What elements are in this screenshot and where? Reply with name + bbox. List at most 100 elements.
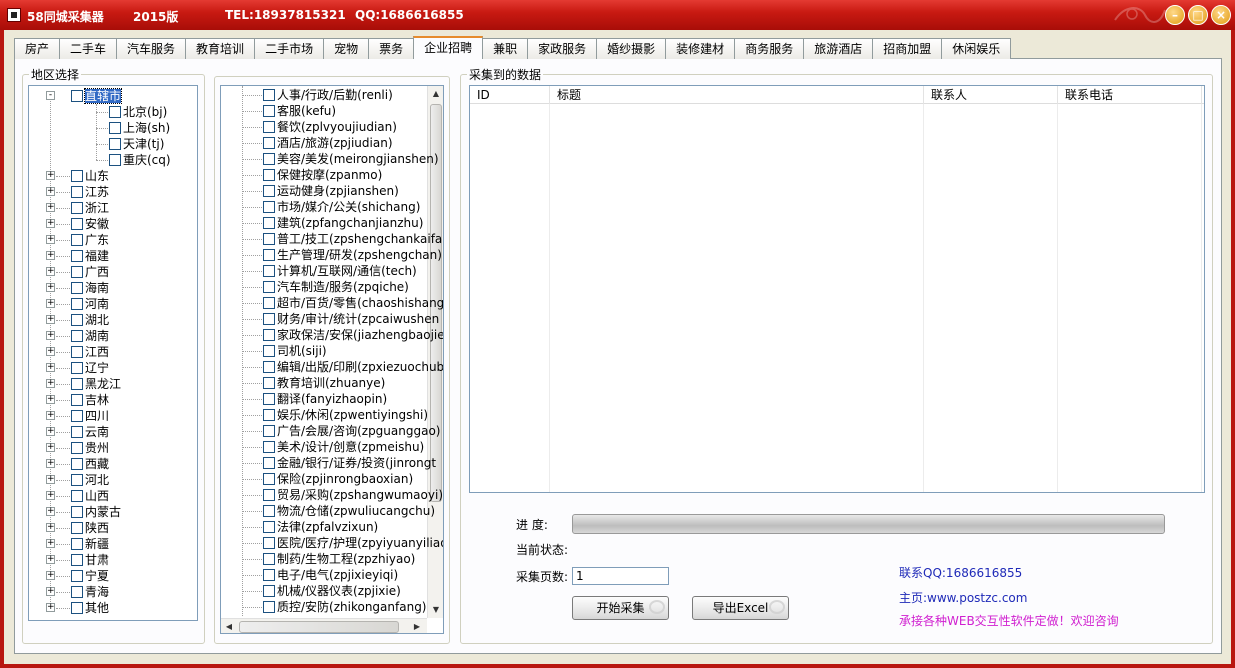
tree-node-province[interactable]: 福建 [71,248,109,264]
tree-checkbox[interactable] [263,504,275,517]
tree-node-province[interactable]: 贵州 [71,440,109,456]
tree-node-category[interactable]: 普工/技工(zpshengchankaifa) [263,231,443,247]
tree-node-category[interactable]: 餐饮(zplvyoujiudian) [263,119,397,135]
tree-node-province[interactable]: 四川 [71,408,109,424]
minimize-button[interactable]: – [1165,5,1185,25]
column-contact[interactable]: 联系人 [924,86,1058,104]
expand-icon[interactable]: + [46,283,55,292]
tree-node-province[interactable]: 山东 [71,168,109,184]
tree-node-province[interactable]: 吉林 [71,392,109,408]
expand-icon[interactable]: + [46,427,55,436]
expand-icon[interactable]: + [46,587,55,596]
expand-icon[interactable]: + [46,507,55,516]
expand-icon[interactable]: + [46,555,55,564]
tree-checkbox[interactable] [263,136,275,149]
tree-node-category[interactable]: 教育培训(zhuanye) [263,375,385,391]
maximize-button[interactable]: □ [1188,5,1208,25]
contact-homepage[interactable]: 主页:www.postzc.com [899,589,1027,606]
tree-checkbox[interactable] [71,457,83,470]
tree-node-category[interactable]: 保险(zpjinrongbaoxian) [263,471,413,487]
tree-checkbox[interactable] [263,536,275,549]
tree-checkbox[interactable] [71,313,83,326]
tree-node-category[interactable]: 美容/美发(meirongjianshen) [263,151,439,167]
tree-checkbox[interactable] [71,361,83,374]
tree-node-province[interactable]: 甘肃 [71,552,109,568]
tree-node-category[interactable]: 电子/电气(zpjixieyiqi) [263,567,398,583]
category-hscroll-thumb[interactable] [239,621,399,633]
tree-checkbox[interactable] [263,392,275,405]
tree-checkbox[interactable] [263,408,275,421]
tree-node-province[interactable]: 河北 [71,472,109,488]
tree-checkbox[interactable] [109,153,121,166]
tree-checkbox[interactable] [71,585,83,598]
tab-5[interactable]: 宠物 [323,38,370,59]
expand-icon[interactable]: + [46,363,55,372]
tree-node-category[interactable]: 人事/行政/后勤(renli) [263,87,393,103]
tree-checkbox[interactable] [71,377,83,390]
expand-icon[interactable]: + [46,347,55,356]
expand-icon[interactable]: + [46,315,55,324]
expand-icon[interactable]: + [46,219,55,228]
tree-checkbox[interactable] [263,216,275,229]
tree-checkbox[interactable] [71,89,83,102]
tree-node-category[interactable]: 医院/医疗/护理(zpyiyuanyiliao [263,535,443,551]
tree-node-province[interactable]: 浙江 [71,200,109,216]
tree-node-province[interactable]: 湖南 [71,328,109,344]
tree-checkbox[interactable] [263,296,275,309]
tree-checkbox[interactable] [71,249,83,262]
start-button[interactable]: 开始采集 [572,596,669,620]
tree-node-category[interactable]: 司机(siji) [263,343,327,359]
tree-checkbox[interactable] [71,489,83,502]
tree-checkbox[interactable] [71,473,83,486]
tree-checkbox[interactable] [263,200,275,213]
tree-checkbox[interactable] [263,120,275,133]
tree-node-category[interactable]: 客服(kefu) [263,103,336,119]
tree-node-category[interactable]: 超市/百货/零售(chaoshishang [263,295,443,311]
tree-node-province[interactable]: 安徽 [71,216,109,232]
expand-icon[interactable]: + [46,251,55,260]
scroll-up-icon[interactable]: ▲ [428,86,443,102]
tab-1[interactable]: 二手车 [59,38,118,59]
expand-icon[interactable]: + [46,603,55,612]
tab-9[interactable]: 家政服务 [527,38,598,59]
tree-node-category[interactable]: 质控/安防(zhikonganfang) [263,599,427,615]
tree-node-province[interactable]: 内蒙古 [71,504,121,520]
tree-node-province[interactable]: 山西 [71,488,109,504]
data-listview[interactable]: ID 标题 联系人 联系电话 [469,85,1205,493]
tree-node-category[interactable]: 物流/仓储(zpwuliucangchu) [263,503,435,519]
expand-icon[interactable]: + [46,411,55,420]
expand-icon[interactable]: + [46,571,55,580]
tree-checkbox[interactable] [263,600,275,613]
tree-node-province[interactable]: 河南 [71,296,109,312]
tree-checkbox[interactable] [263,456,275,469]
tree-checkbox[interactable] [263,440,275,453]
tree-node-province[interactable]: 黑龙江 [71,376,121,392]
tree-node-province[interactable]: 其他 [71,600,109,616]
tree-node-category[interactable]: 美术/设计/创意(zpmeishu) [263,439,424,455]
tree-checkbox[interactable] [263,248,275,261]
tree-checkbox[interactable] [109,105,121,118]
tree-node-province[interactable]: 广西 [71,264,109,280]
pages-input[interactable] [572,567,669,585]
tree-node-municipality[interactable]: 上海(sh) [109,120,170,136]
tree-checkbox[interactable] [71,329,83,342]
tab-0[interactable]: 房产 [14,38,61,59]
tree-node-category[interactable]: 保健按摩(zpanmo) [263,167,382,183]
tree-checkbox[interactable] [71,297,83,310]
tree-node-province[interactable]: 海南 [71,280,109,296]
expand-icon[interactable]: + [46,299,55,308]
export-button[interactable]: 导出Excel [692,596,789,620]
tree-node-category[interactable]: 生产管理/研发(zpshengchan) [263,247,442,263]
tree-node-category[interactable]: 汽车制造/服务(zpqiche) [263,279,409,295]
expand-icon[interactable]: + [46,267,55,276]
expand-icon[interactable]: + [46,491,55,500]
collapse-icon[interactable]: - [46,91,55,100]
tree-node-province[interactable]: 宁夏 [71,568,109,584]
tree-checkbox[interactable] [71,569,83,582]
expand-icon[interactable]: + [46,379,55,388]
tree-checkbox[interactable] [71,409,83,422]
tree-node-category[interactable]: 法律(zpfalvzixun) [263,519,378,535]
tree-checkbox[interactable] [263,552,275,565]
expand-icon[interactable]: + [46,187,55,196]
tree-node-category[interactable]: 金融/银行/证券/投资(jinrongt [263,455,436,471]
